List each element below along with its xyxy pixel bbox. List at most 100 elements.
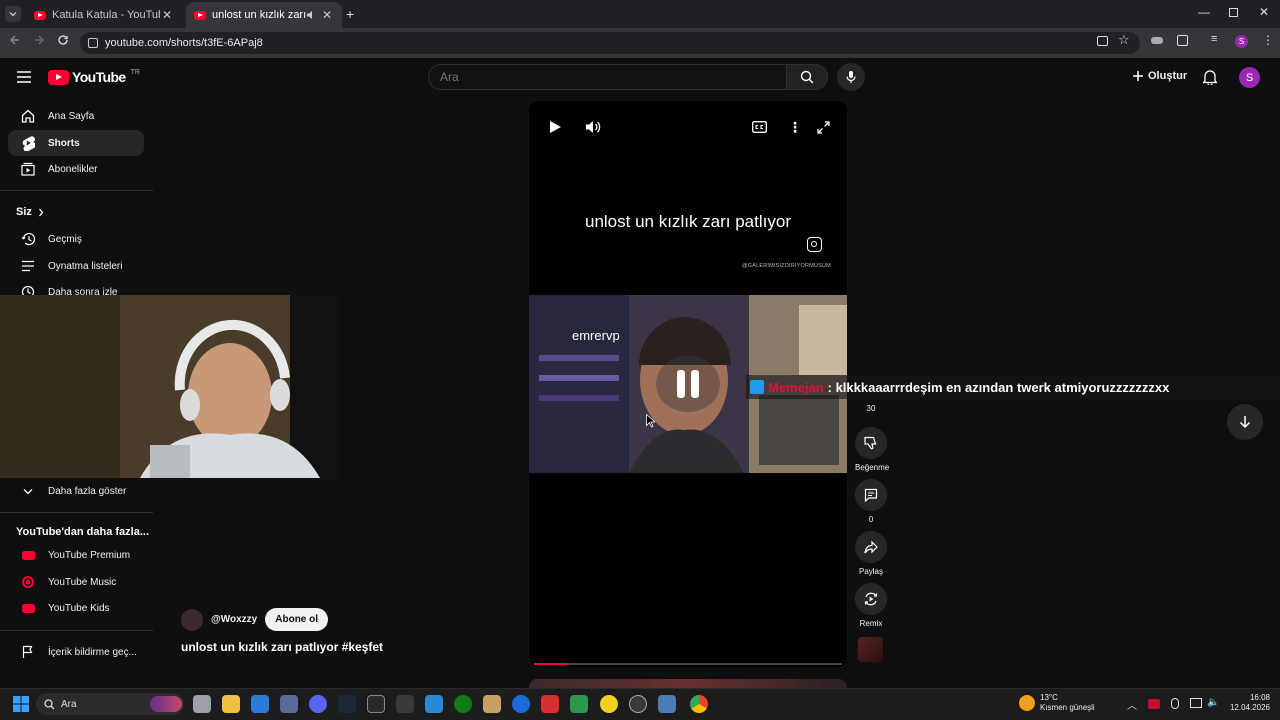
video-progress-bar[interactable]	[534, 663, 842, 665]
system-tray-chevron-icon[interactable]: ︿	[1127, 697, 1137, 712]
browser-tab[interactable]: Katula Katula - YouTube ✕	[26, 2, 182, 28]
hamburger-menu-button[interactable]	[17, 71, 31, 83]
audio-thumbnail[interactable]	[858, 637, 883, 662]
install-app-icon[interactable]	[1097, 36, 1108, 46]
tray-app-icon[interactable]	[1148, 699, 1160, 709]
app-icon[interactable]	[512, 695, 530, 713]
remix-label: Remix	[859, 619, 883, 628]
taskbar-search[interactable]: Ara	[36, 693, 184, 715]
app-icon[interactable]	[483, 695, 501, 713]
create-button[interactable]: Oluştur	[1124, 64, 1190, 88]
tab-title: Katula Katula - YouTube	[52, 9, 160, 21]
microphone-icon	[846, 71, 856, 83]
extensions-icon[interactable]	[1177, 35, 1188, 46]
start-button[interactable]	[13, 696, 29, 712]
search-highlight-icon	[150, 696, 182, 712]
comment-count: 0	[868, 515, 874, 524]
sidebar-show-more[interactable]: Daha fazla göster	[8, 478, 144, 504]
store-icon[interactable]	[251, 695, 269, 713]
channel-name[interactable]: @Woxzzy	[211, 614, 257, 625]
forward-button[interactable]	[33, 34, 45, 46]
sidebar-item-subscriptions[interactable]: Abonelikler	[8, 156, 144, 182]
next-short-preview[interactable]	[529, 679, 847, 688]
youtube-logo[interactable]: YouTube TR	[48, 69, 140, 85]
share-button[interactable]: Paylaş	[855, 531, 887, 576]
address-bar[interactable]: youtube.com/shorts/t3fE-6APaj8	[80, 32, 1140, 54]
sidebar-you-heading[interactable]: Siz	[16, 206, 44, 218]
remix-icon	[864, 592, 878, 606]
tab-search-button[interactable]	[5, 6, 21, 22]
like-count-block[interactable]: 30	[855, 404, 887, 413]
app-icon[interactable]	[658, 695, 676, 713]
voice-search-button[interactable]	[837, 63, 865, 91]
more-options-button[interactable]: ⋮	[788, 119, 802, 136]
chat-badge-icon	[750, 380, 764, 394]
reload-button[interactable]	[57, 34, 69, 46]
sidebar-item-shorts[interactable]: Shorts	[8, 130, 144, 156]
comments-button[interactable]: 0	[855, 479, 887, 524]
window-restore-button[interactable]	[1229, 8, 1238, 17]
tab-close-icon[interactable]: ✕	[320, 8, 334, 22]
dislike-button[interactable]: Beğenme	[855, 427, 889, 472]
sidebar-item-home[interactable]: Ana Sayfa	[8, 103, 144, 129]
speaker-icon[interactable]	[306, 10, 316, 20]
bell-icon	[1203, 70, 1217, 85]
thumbs-down-icon	[864, 436, 877, 450]
tab-close-icon[interactable]: ✕	[160, 8, 174, 22]
window-close-button[interactable]: ✕	[1259, 5, 1269, 19]
sidebar-item-youtube-kids[interactable]: YouTube Kids	[8, 595, 144, 621]
fullscreen-button[interactable]	[817, 121, 830, 134]
chrome-icon[interactable]	[690, 695, 708, 713]
file-explorer-icon[interactable]	[222, 695, 240, 713]
pause-overlay-button[interactable]	[656, 356, 720, 412]
app-icon[interactable]	[280, 695, 298, 713]
sidebar-item-playlists[interactable]: Oynatma listeleri	[8, 253, 144, 279]
sidebar-item-label: İçerik bildirme geç...	[48, 646, 137, 658]
sidebar-item-label: YouTube Kids	[48, 602, 110, 614]
epic-games-icon[interactable]	[367, 695, 385, 713]
window-minimize-button[interactable]: —	[1198, 5, 1210, 19]
bookmark-star-icon[interactable]: ☆	[1118, 32, 1130, 48]
region-code: TR	[130, 69, 140, 76]
captions-button[interactable]	[752, 121, 767, 133]
weather-widget[interactable]: 13°C Kısmen güneşli	[1019, 693, 1095, 713]
browser-menu-icon[interactable]: ⋮	[1262, 33, 1274, 47]
browser-tab-active[interactable]: unlost un kızlık zarı patlıyor ✕	[186, 2, 342, 28]
app-icon[interactable]	[629, 695, 647, 713]
sidebar-item-history[interactable]: Geçmiş	[8, 226, 144, 252]
sidebar-item-youtube-premium[interactable]: YouTube Premium	[8, 542, 144, 568]
fullscreen-icon	[817, 121, 830, 134]
remix-button[interactable]: Remix	[855, 583, 887, 628]
sidebar-item-youtube-music[interactable]: YouTube Music	[8, 569, 144, 595]
xbox-icon[interactable]	[454, 695, 472, 713]
sidebar-item-report[interactable]: İçerik bildirme geç...	[8, 639, 144, 665]
notifications-button[interactable]	[1203, 69, 1217, 85]
account-avatar[interactable]: S	[1239, 67, 1260, 88]
volume-button[interactable]	[585, 120, 601, 134]
site-info-icon[interactable]	[88, 38, 98, 48]
app-icon[interactable]	[396, 695, 414, 713]
pdf-icon[interactable]	[541, 695, 559, 713]
next-short-button[interactable]	[1227, 404, 1263, 440]
steam-icon[interactable]	[338, 695, 356, 713]
play-button[interactable]	[549, 120, 562, 134]
search-button[interactable]	[786, 64, 828, 90]
media-controls-icon[interactable]: ≡	[1211, 33, 1217, 45]
tray-microphone-icon[interactable]	[1171, 698, 1179, 709]
taskbar-clock[interactable]: 16:08 12.04.2026	[1226, 693, 1270, 713]
search-input[interactable]	[428, 64, 786, 90]
app-icon[interactable]	[425, 695, 443, 713]
discord-icon[interactable]	[309, 695, 327, 713]
app-icon[interactable]	[600, 695, 618, 713]
incognito-icon[interactable]	[1151, 37, 1163, 44]
browser-profile-avatar[interactable]: S	[1235, 35, 1248, 48]
subscribe-button[interactable]: Abone ol	[265, 608, 329, 631]
back-button[interactable]	[9, 34, 21, 46]
tray-network-icon[interactable]	[1190, 698, 1202, 708]
instagram-icon	[807, 237, 822, 252]
task-view-icon[interactable]	[193, 695, 211, 713]
tray-volume-icon[interactable]: 🔈	[1207, 697, 1219, 708]
app-icon[interactable]	[570, 695, 588, 713]
new-tab-button[interactable]: +	[346, 6, 354, 22]
channel-avatar[interactable]	[181, 608, 203, 631]
